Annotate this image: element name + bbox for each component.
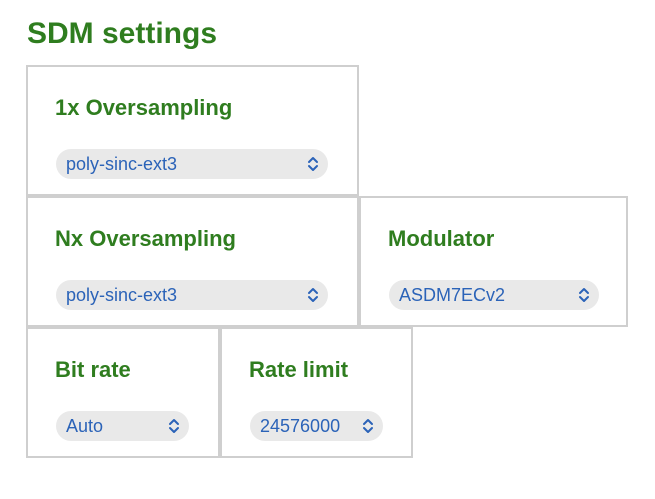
modulator-select[interactable]: ASDM7ECv2	[389, 280, 599, 310]
page-title: SDM settings	[27, 17, 218, 50]
oversampling-nx-value: poly-sinc-ext3	[66, 285, 178, 305]
oversampling-1x-select[interactable]: poly-sinc-ext3	[56, 149, 328, 179]
oversampling-nx-select[interactable]: poly-sinc-ext3	[56, 280, 328, 310]
sdm-settings-page: SDM settings 1x Oversampling poly-sinc-e…	[0, 0, 655, 499]
bit-rate-select[interactable]: Auto	[56, 411, 189, 441]
chevron-up-down-icon	[169, 419, 179, 433]
modulator-value: ASDM7ECv2	[399, 285, 506, 305]
rate-limit-value: 24576000	[260, 416, 341, 436]
card-modulator: Modulator ASDM7ECv2	[359, 196, 628, 327]
card-bit-rate: Bit rate Auto	[26, 327, 220, 458]
bit-rate-label: Bit rate	[55, 357, 131, 382]
chevron-up-down-icon	[579, 288, 589, 302]
oversampling-1x-value: poly-sinc-ext3	[66, 154, 178, 174]
card-rate-limit: Rate limit 24576000	[220, 327, 413, 458]
card-1x-oversampling: 1x Oversampling poly-sinc-ext3	[26, 65, 359, 196]
oversampling-1x-label: 1x Oversampling	[55, 95, 233, 120]
rate-limit-label: Rate limit	[249, 357, 349, 382]
chevron-up-down-icon	[308, 288, 318, 302]
bit-rate-value: Auto	[66, 416, 104, 436]
modulator-label: Modulator	[388, 226, 495, 251]
chevron-up-down-icon	[363, 419, 373, 433]
chevron-up-down-icon	[308, 157, 318, 171]
oversampling-nx-label: Nx Oversampling	[55, 226, 236, 251]
rate-limit-select[interactable]: 24576000	[250, 411, 383, 441]
card-nx-oversampling: Nx Oversampling poly-sinc-ext3	[26, 196, 359, 327]
